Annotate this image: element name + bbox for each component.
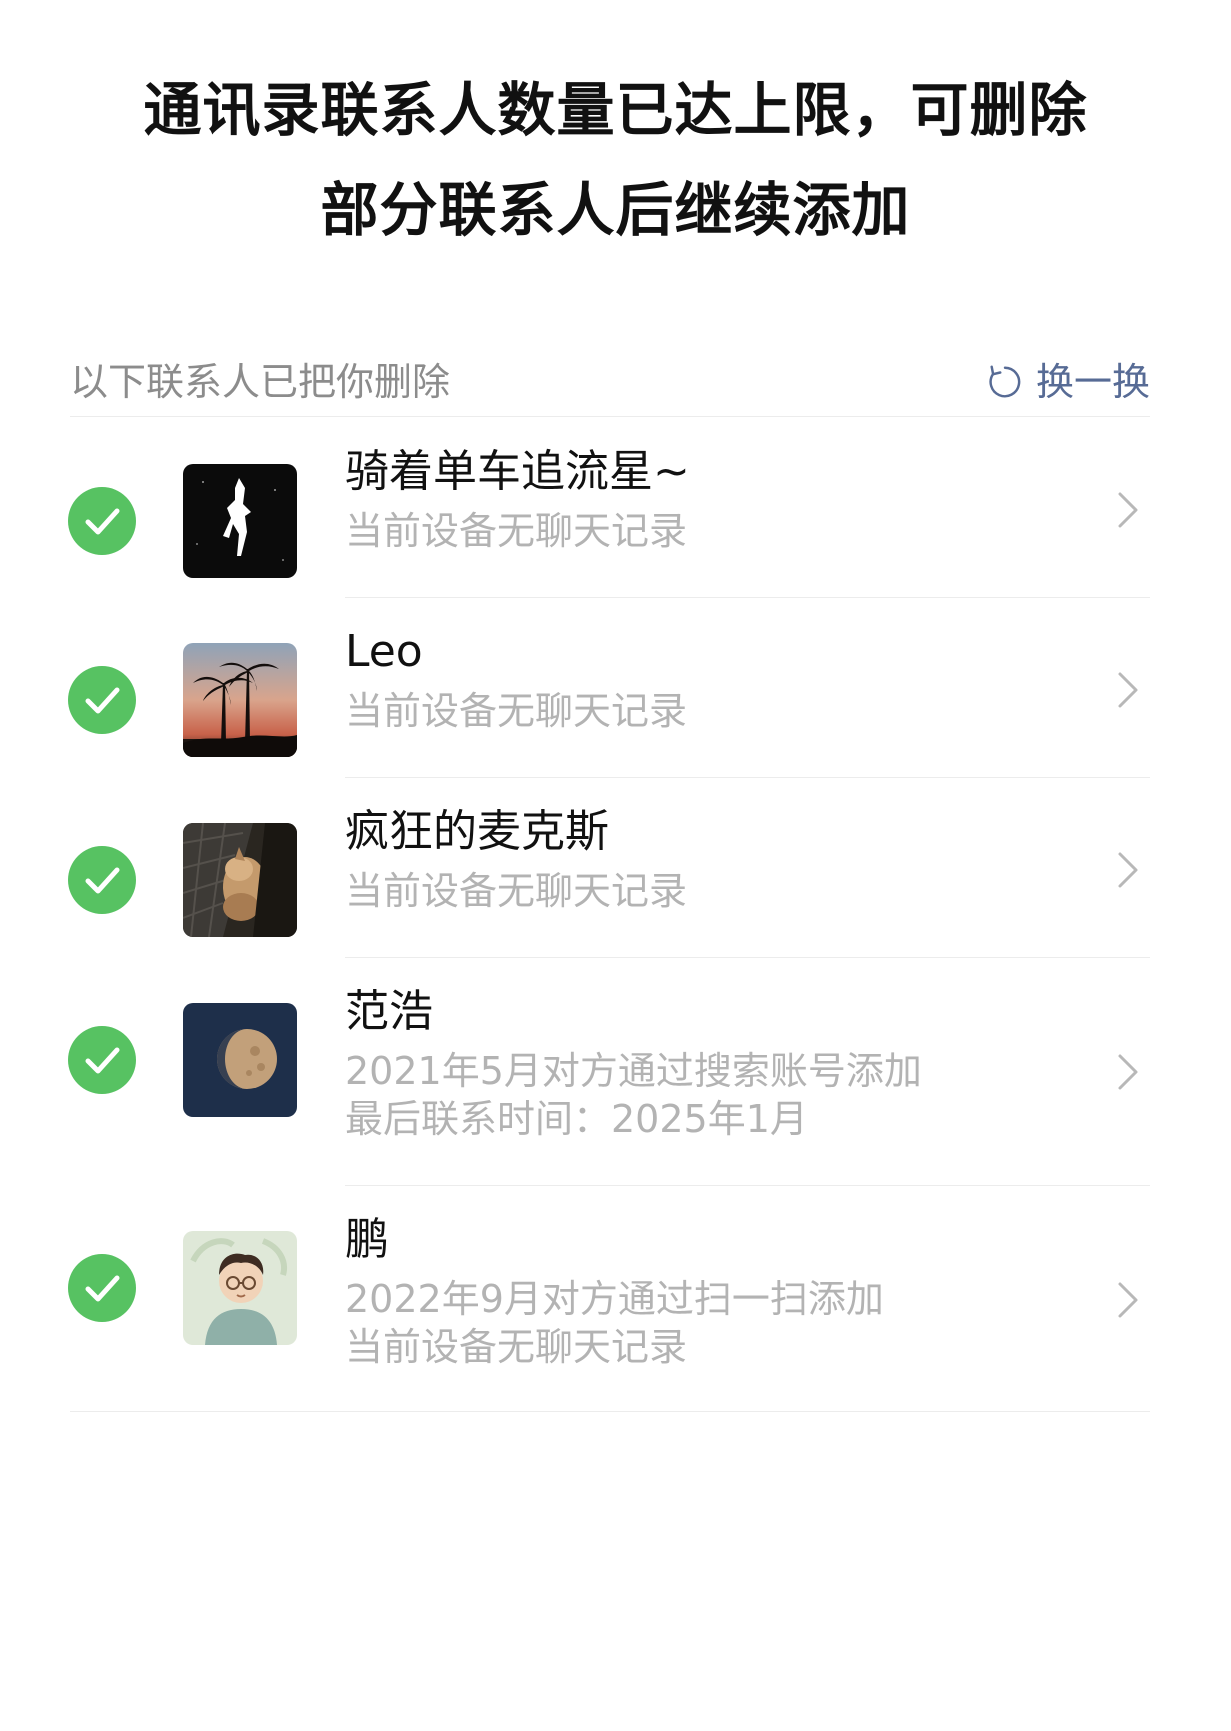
divider bbox=[70, 1411, 1150, 1412]
section-label: 以下联系人已把你删除 bbox=[70, 360, 451, 404]
checkbox-checked[interactable] bbox=[68, 487, 136, 555]
title-line-1: 通讯录联系人数量已达上限，可删除 bbox=[143, 76, 1088, 144]
contact-detail: 当前设备无聊天记录 bbox=[345, 1325, 688, 1369]
checkbox-checked[interactable] bbox=[68, 666, 136, 734]
contact-row[interactable]: 疯狂的麦克斯 当前设备无聊天记录 bbox=[0, 778, 1231, 958]
divider bbox=[70, 416, 1150, 417]
avatar[interactable] bbox=[183, 1003, 297, 1117]
chevron-right-icon bbox=[1116, 850, 1140, 890]
avatar[interactable] bbox=[183, 1231, 297, 1345]
contact-detail: 当前设备无聊天记录 bbox=[345, 689, 688, 733]
checkbox-checked[interactable] bbox=[68, 1026, 136, 1094]
chevron-right-icon bbox=[1116, 670, 1140, 710]
refresh-label: 换一换 bbox=[1035, 360, 1150, 404]
checkbox-checked[interactable] bbox=[68, 1254, 136, 1322]
checkbox-checked[interactable] bbox=[68, 846, 136, 914]
chevron-right-icon bbox=[1116, 1052, 1140, 1092]
contact-detail: 当前设备无聊天记录 bbox=[345, 509, 688, 553]
section-header: 以下联系人已把你删除 换一换 bbox=[70, 352, 1150, 412]
contact-name: 骑着单车追流星~ bbox=[345, 446, 690, 497]
chevron-right-icon bbox=[1116, 490, 1140, 530]
title-line-2: 部分联系人后继续添加 bbox=[320, 176, 911, 244]
contact-detail: 最后联系时间：2025年1月 bbox=[345, 1097, 808, 1141]
contact-name: 鹏 bbox=[345, 1214, 389, 1265]
contact-row[interactable]: 鹏 2022年9月对方通过扫一扫添加 当前设备无聊天记录 bbox=[0, 1186, 1231, 1411]
page-title: 通讯录联系人数量已达上限，可删除 部分联系人后继续添加 bbox=[0, 60, 1231, 260]
contact-name: 范浩 bbox=[345, 986, 433, 1037]
contact-detail: 当前设备无聊天记录 bbox=[345, 869, 688, 913]
contact-row[interactable]: 骑着单车追流星~ 当前设备无聊天记录 bbox=[0, 418, 1231, 598]
contact-detail: 2021年5月对方通过搜索账号添加 bbox=[345, 1049, 922, 1093]
contact-name: 疯狂的麦克斯 bbox=[345, 806, 609, 857]
contact-row[interactable]: 范浩 2021年5月对方通过搜索账号添加 最后联系时间：2025年1月 bbox=[0, 958, 1231, 1186]
chevron-right-icon bbox=[1116, 1280, 1140, 1320]
contact-row[interactable]: Leo 当前设备无聊天记录 bbox=[0, 598, 1231, 778]
contact-detail: 2022年9月对方通过扫一扫添加 bbox=[345, 1277, 884, 1321]
refresh-icon bbox=[986, 363, 1024, 401]
refresh-button[interactable]: 换一换 bbox=[986, 352, 1150, 412]
avatar[interactable] bbox=[183, 823, 297, 937]
avatar[interactable] bbox=[183, 643, 297, 757]
avatar[interactable] bbox=[183, 464, 297, 578]
contact-name: Leo bbox=[345, 626, 423, 677]
